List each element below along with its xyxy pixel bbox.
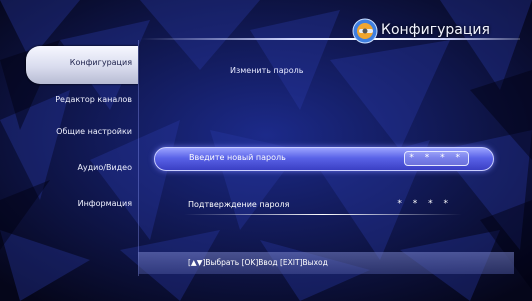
new-password-row[interactable]: Введите новый пароль * * * * [154,147,494,171]
sidebar-item-configuration[interactable]: Конфигурация [26,46,138,84]
new-password-label: Введите новый пароль [189,153,286,162]
field-underline [184,214,462,215]
new-password-input[interactable]: * * * * [404,151,469,166]
footer-hint-bar: [▲▼]Выбрать [OK]Ввод [EXIT]Выход [138,252,514,274]
confirm-password-row[interactable]: Подтверждение пароля * * * * [154,195,492,217]
section-title: Изменить пароль [230,66,304,75]
sidebar-item-general-settings[interactable]: Общие настройки [56,120,138,144]
sidebar-item-information[interactable]: Информация [78,192,138,216]
confirm-password-label: Подтверждение пароля [188,200,290,209]
confirm-password-input[interactable]: * * * * [397,199,452,209]
sidebar-item-channel-editor[interactable]: Редактор каналов [55,88,138,112]
key-hints: [▲▼]Выбрать [OK]Ввод [EXIT]Выход [188,258,328,267]
sidebar-item-audio-video[interactable]: Аудио/Видео [77,156,138,180]
page-title: Конфигурация [381,22,490,38]
